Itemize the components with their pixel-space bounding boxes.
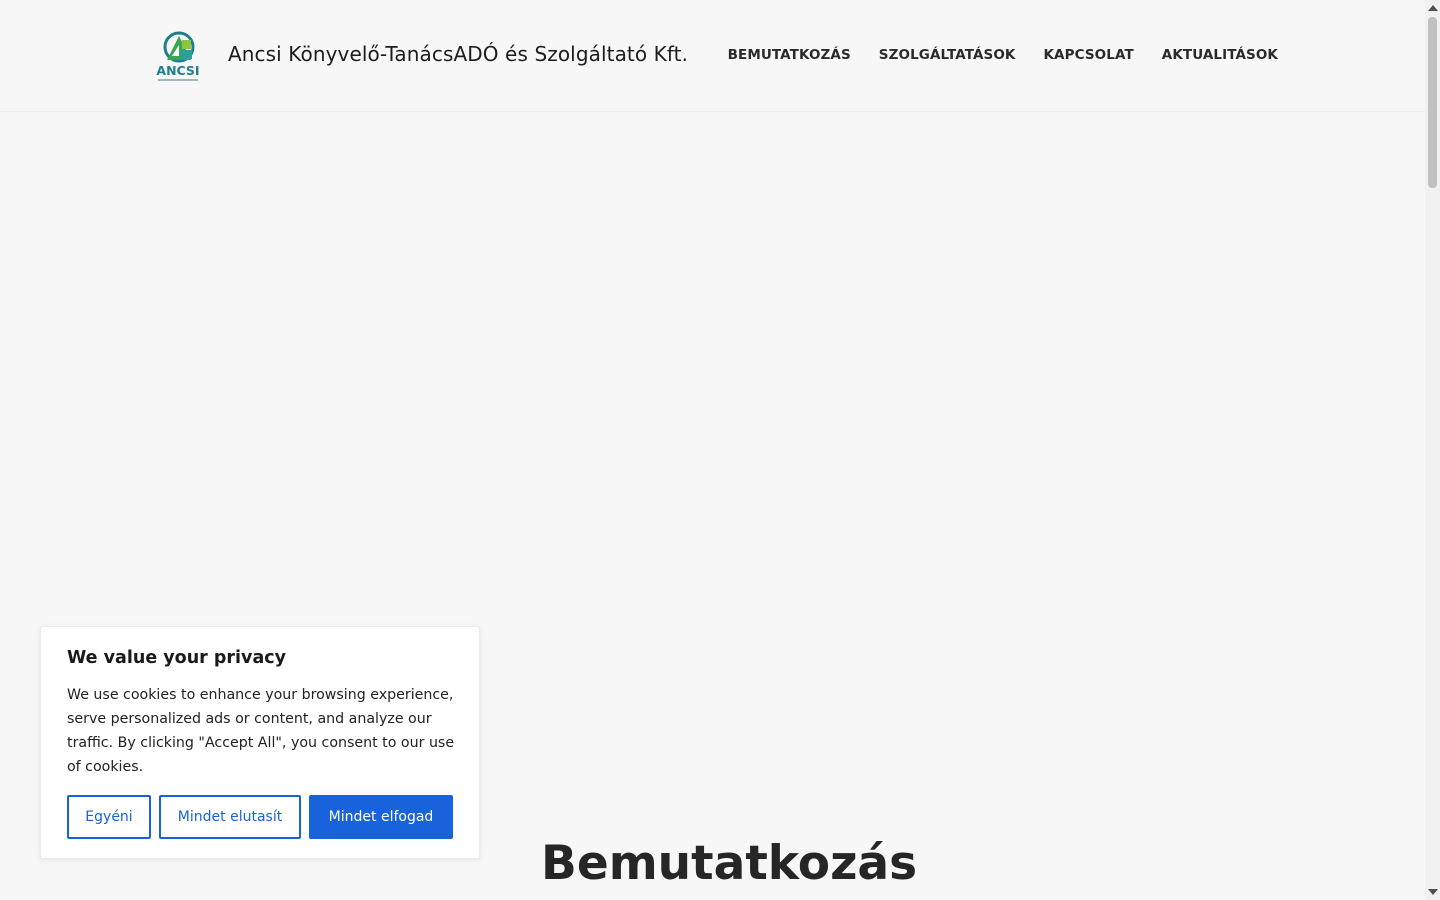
logo-text: ANCSI	[156, 63, 199, 78]
nav-item-szolgaltatasok[interactable]: SZOLGÁLTATÁSOK	[879, 47, 1016, 63]
nav-item-bemutatkozas[interactable]: BEMUTATKOZÁS	[728, 47, 851, 63]
reject-all-button[interactable]: Mindet elutasít	[159, 795, 301, 839]
accept-all-button[interactable]: Mindet elfogad	[309, 795, 453, 839]
customize-button[interactable]: Egyéni	[67, 795, 151, 839]
nav-item-kapcsolat[interactable]: KAPCSOLAT	[1044, 47, 1134, 63]
vertical-scrollbar[interactable]	[1425, 0, 1440, 900]
scroll-up-arrow-icon[interactable]	[1428, 5, 1438, 11]
scroll-thumb[interactable]	[1428, 17, 1437, 188]
site-title[interactable]: Ancsi Könyvelő-TanácsADÓ és Szolgáltató …	[228, 42, 688, 66]
nav-item-aktualitasok[interactable]: AKTUALITÁSOK	[1162, 47, 1278, 63]
site-logo[interactable]: ANCSI	[155, 30, 201, 84]
page: ANCSI Ancsi Könyvelő-TanácsADÓ és Szolgá…	[0, 0, 1425, 900]
cookie-title: We value your privacy	[67, 648, 287, 668]
ancsi-logo-icon: ANCSI	[156, 31, 200, 81]
section-title: Bemutatkozás	[541, 836, 918, 892]
cookie-button-row: Egyéni Mindet elutasít Mindet elfogad	[67, 795, 461, 839]
cookie-consent-banner: We value your privacy We use cookies to …	[40, 626, 480, 859]
scroll-down-arrow-icon[interactable]	[1428, 889, 1438, 895]
main-nav: BEMUTATKOZÁS SZOLGÁLTATÁSOK KAPCSOLAT AK…	[700, 47, 1278, 63]
site-header: ANCSI Ancsi Könyvelő-TanácsADÓ és Szolgá…	[0, 0, 1425, 112]
cookie-body: We use cookies to enhance your browsing …	[67, 687, 455, 775]
